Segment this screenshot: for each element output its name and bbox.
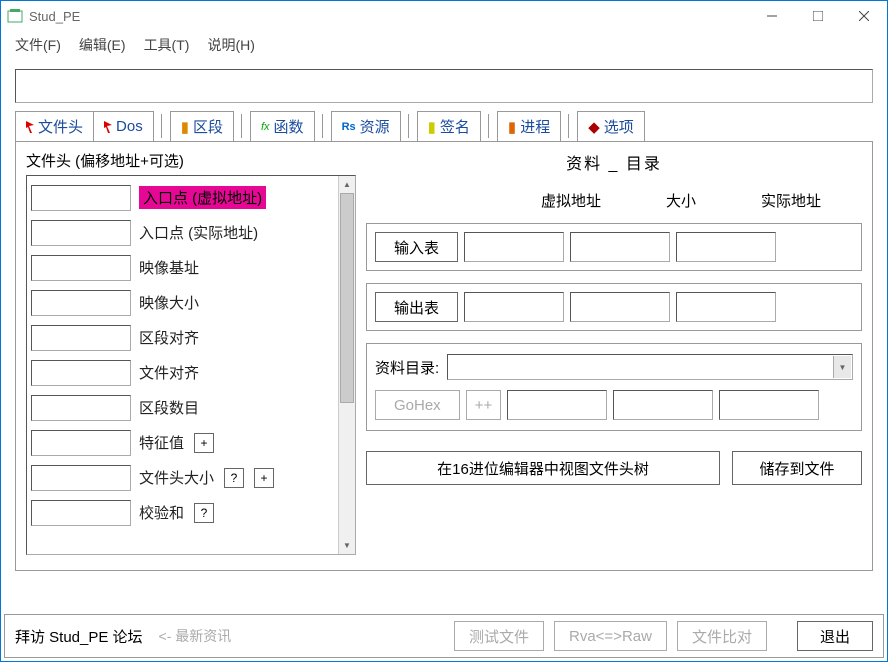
data-directory-label: 资料目录:: [375, 357, 439, 378]
import-va[interactable]: [464, 232, 564, 262]
minimize-button[interactable]: [749, 1, 795, 31]
field-label: 文件对齐: [139, 362, 199, 383]
field-row: 校验和?: [31, 495, 349, 530]
tab-resources[interactable]: Rs资源: [331, 111, 401, 141]
tab-options[interactable]: ◆选项: [577, 111, 645, 141]
fx-icon: fx: [261, 121, 270, 133]
field-input[interactable]: [31, 465, 131, 491]
field-input[interactable]: [31, 325, 131, 351]
field-input[interactable]: [31, 360, 131, 386]
tab-dos[interactable]: Dos: [93, 111, 154, 141]
field-row: 映像大小: [31, 285, 349, 320]
field-row: 特征值 +: [31, 425, 349, 460]
help-button[interactable]: ?: [194, 503, 214, 523]
opt-icon: ◆: [588, 118, 600, 136]
field-input[interactable]: [31, 185, 131, 211]
scroll-down-icon[interactable]: ▼: [339, 537, 355, 554]
field-input[interactable]: [31, 220, 131, 246]
import-size[interactable]: [570, 232, 670, 262]
field-scrollbar[interactable]: ▲ ▼: [338, 176, 355, 554]
field-label: 校验和: [139, 502, 184, 523]
save-to-file-button[interactable]: 储存到文件: [732, 451, 862, 485]
tab-sections[interactable]: ▮区段: [170, 111, 234, 141]
dir-size[interactable]: [613, 390, 713, 420]
help-button[interactable]: ?: [224, 468, 244, 488]
field-input[interactable]: [31, 255, 131, 281]
field-label: 特征值: [139, 432, 184, 453]
plusplus-button[interactable]: ++: [466, 390, 502, 420]
field-label: 映像大小: [139, 292, 199, 313]
status-bar: 拜访 Stud_PE 论坛 <- 最新资讯 测试文件 Rva<=>Raw 文件比…: [4, 614, 884, 658]
column-headers: 虚拟地址 大小 实际地址: [366, 190, 862, 211]
export-real[interactable]: [676, 292, 776, 322]
latest-news-label: <- 最新资讯: [159, 626, 232, 646]
export-va[interactable]: [464, 292, 564, 322]
field-label: 入口点 (实际地址): [139, 222, 258, 243]
field-label: 入口点 (虚拟地址): [139, 186, 266, 209]
dir-real[interactable]: [719, 390, 819, 420]
field-row: 入口点 (实际地址): [31, 215, 349, 250]
address-bar[interactable]: [15, 69, 873, 103]
test-file-button[interactable]: 测试文件: [454, 621, 544, 651]
tab-header[interactable]: 文件头: [15, 111, 94, 141]
data-directory-group: 资料目录: ▼ GoHex ++: [366, 343, 862, 431]
menu-edit[interactable]: 编辑(E): [79, 35, 126, 55]
visit-forum-link[interactable]: 拜访 Stud_PE 论坛: [15, 626, 143, 647]
tab-bar: 文件头 Dos ▮区段 fx函数 Rs资源 ▮签名 ▮进程 ◆选项: [15, 111, 873, 141]
field-row: 映像基址: [31, 250, 349, 285]
field-row: 文件头大小? +: [31, 460, 349, 495]
sections-icon: ▮: [181, 118, 189, 136]
field-row: 区段对齐: [31, 320, 349, 355]
tab-functions[interactable]: fx函数: [250, 111, 315, 141]
chevron-down-icon[interactable]: ▼: [833, 356, 851, 378]
expand-button[interactable]: +: [254, 468, 274, 488]
col-size: 大小: [626, 190, 736, 211]
field-label: 文件头大小: [139, 467, 214, 488]
proc-icon: ▮: [508, 118, 516, 136]
window-title: Stud_PE: [29, 9, 749, 24]
rva-raw-button[interactable]: Rva<=>Raw: [554, 621, 667, 651]
menu-file[interactable]: 文件(F): [15, 35, 61, 55]
col-real: 实际地址: [736, 190, 846, 211]
field-row: 入口点 (虚拟地址): [31, 180, 349, 215]
exit-button[interactable]: 退出: [797, 621, 873, 651]
file-compare-button[interactable]: 文件比对: [677, 621, 767, 651]
dir-va[interactable]: [507, 390, 607, 420]
gohex-button[interactable]: GoHex: [375, 390, 460, 420]
export-size[interactable]: [570, 292, 670, 322]
rs-icon: Rs: [342, 121, 356, 133]
tab-signature[interactable]: ▮签名: [417, 111, 481, 141]
tab-process[interactable]: ▮进程: [497, 111, 561, 141]
scroll-up-icon[interactable]: ▲: [339, 176, 355, 193]
expand-button[interactable]: +: [194, 433, 214, 453]
field-label: 映像基址: [139, 257, 199, 278]
field-label: 区段数目: [139, 397, 199, 418]
close-button[interactable]: [841, 1, 887, 31]
import-table-button[interactable]: 输入表: [375, 232, 458, 262]
scroll-thumb[interactable]: [340, 193, 354, 403]
field-row: 区段数目: [31, 390, 349, 425]
view-tree-button[interactable]: 在16进位编辑器中视图文件头树: [366, 451, 720, 485]
export-table-button[interactable]: 输出表: [375, 292, 458, 322]
left-panel-title: 文件头 (偏移地址+可选): [26, 150, 356, 171]
right-panel-title: 资料 _ 目录: [366, 150, 862, 174]
import-real[interactable]: [676, 232, 776, 262]
export-table-group: 输出表: [366, 283, 862, 331]
field-label: 区段对齐: [139, 327, 199, 348]
field-input[interactable]: [31, 395, 131, 421]
field-row: 文件对齐: [31, 355, 349, 390]
menu-help[interactable]: 说明(H): [207, 35, 254, 55]
maximize-button[interactable]: [795, 1, 841, 31]
menu-tools[interactable]: 工具(T): [144, 35, 190, 55]
field-input[interactable]: [31, 500, 131, 526]
field-input[interactable]: [31, 430, 131, 456]
field-input[interactable]: [31, 290, 131, 316]
data-directory-combo[interactable]: ▼: [447, 354, 853, 380]
import-table-group: 输入表: [366, 223, 862, 271]
app-icon: [7, 8, 23, 24]
col-va: 虚拟地址: [516, 190, 626, 211]
sig-icon: ▮: [428, 118, 436, 136]
